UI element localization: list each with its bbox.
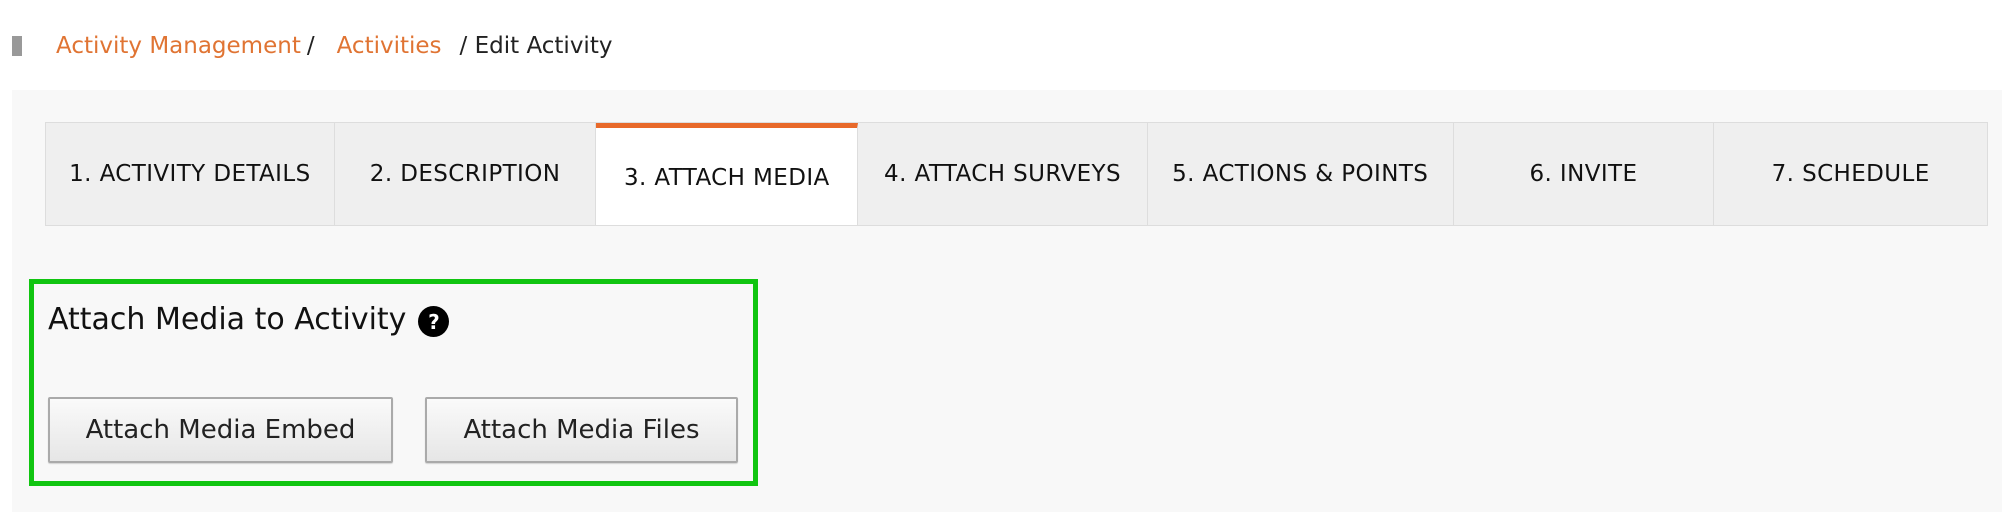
attach-media-section: Attach Media to Activity ? Attach Media … [29, 279, 758, 486]
breadcrumb-separator: / [306, 33, 315, 59]
page: Activity Management / Activities / Edit … [0, 0, 2002, 512]
attach-media-embed-button[interactable]: Attach Media Embed [48, 397, 393, 463]
breadcrumb-link-activities[interactable]: Activities [337, 33, 442, 59]
wizard-tabs: 1. ACTIVITY DETAILS 2. DESCRIPTION 3. AT… [45, 122, 1988, 226]
section-title: Attach Media to Activity ? [48, 302, 450, 337]
section-title-text: Attach Media to Activity [48, 302, 407, 337]
tab-invite[interactable]: 6. INVITE [1453, 123, 1715, 225]
breadcrumb-link-activity-management[interactable]: Activity Management [56, 33, 301, 59]
breadcrumb-marker [12, 36, 22, 56]
tab-actions-points[interactable]: 5. ACTIONS & POINTS [1147, 123, 1454, 225]
breadcrumb: Activity Management / Activities / Edit … [12, 28, 612, 64]
attach-media-files-button[interactable]: Attach Media Files [425, 397, 738, 463]
tab-description[interactable]: 2. DESCRIPTION [334, 123, 597, 225]
question-circle-icon[interactable]: ? [418, 306, 450, 337]
tab-activity-details[interactable]: 1. ACTIVITY DETAILS [46, 123, 335, 225]
tab-attach-surveys[interactable]: 4. ATTACH SURVEYS [858, 123, 1148, 225]
breadcrumb-current: / Edit Activity [459, 33, 613, 59]
tab-schedule[interactable]: 7. SCHEDULE [1714, 123, 1988, 225]
tab-attach-media[interactable]: 3. ATTACH MEDIA [596, 123, 859, 225]
main-panel: 1. ACTIVITY DETAILS 2. DESCRIPTION 3. AT… [12, 90, 2002, 512]
